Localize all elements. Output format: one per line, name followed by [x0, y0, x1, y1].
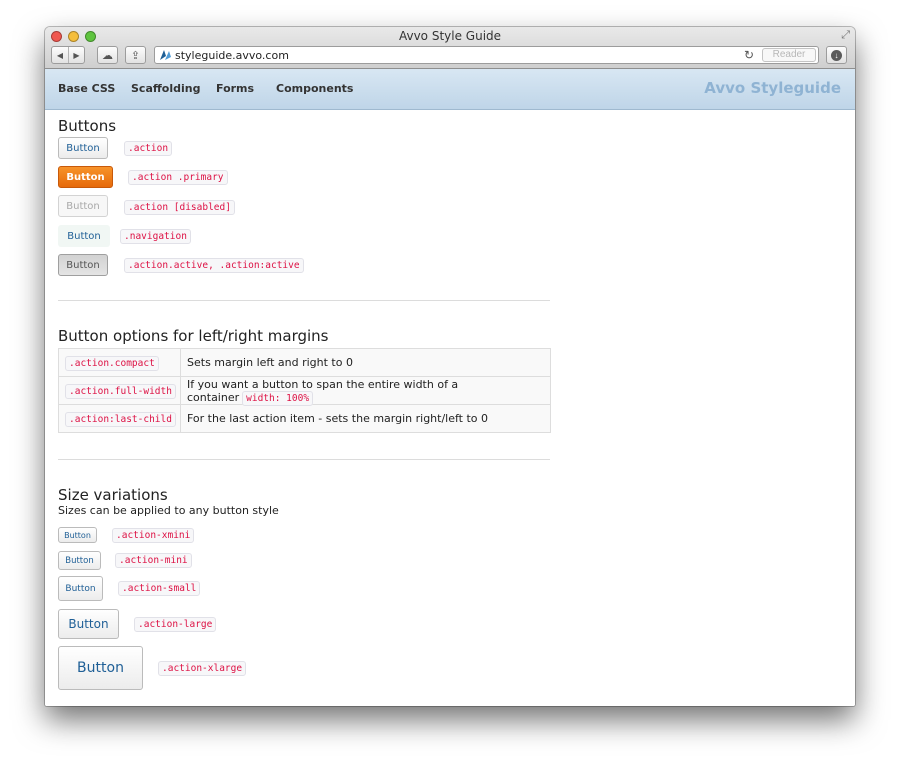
table-cell-description: For the last action item - sets the marg…	[180, 404, 551, 433]
fullscreen-icon[interactable]: ⤢	[841, 29, 850, 42]
site-navbar: Base CSS Scaffolding Forms Components Av…	[45, 69, 855, 110]
window-title: Avvo Style Guide	[398, 29, 502, 43]
nav-item-forms[interactable]: Forms	[216, 82, 254, 95]
code-label: .action-xlarge	[158, 661, 247, 676]
icloud-tabs-icon[interactable]: ☁	[97, 46, 118, 64]
table-cell-description: If you want a button to span the entire …	[187, 377, 459, 404]
avvo-favicon-icon	[160, 50, 171, 60]
options-heading: Button options for left/right margins	[58, 327, 329, 345]
section-divider	[58, 300, 550, 301]
xmini-button[interactable]: Button	[58, 527, 97, 543]
nav-item-base-css[interactable]: Base CSS	[58, 82, 115, 95]
xlarge-button[interactable]: Button	[58, 646, 143, 690]
large-button[interactable]: Button	[58, 609, 119, 639]
primary-action-button[interactable]: Button	[58, 166, 113, 188]
table-row: .action.compact Sets margin left and rig…	[58, 348, 551, 377]
table-cell-description: Sets margin left and right to 0	[180, 348, 551, 377]
share-icon[interactable]: ⇪	[125, 46, 146, 64]
forward-icon[interactable]: ▶	[68, 47, 84, 63]
section-divider	[58, 459, 550, 460]
code-label: width: 100%	[242, 390, 314, 406]
code-label: .action-mini	[115, 553, 192, 568]
navigation-button[interactable]: Button	[58, 225, 110, 247]
nav-item-components[interactable]: Components	[276, 82, 353, 95]
address-bar[interactable]: styleguide.avvo.com ↻ Reader	[154, 46, 819, 64]
default-action-button[interactable]: Button	[58, 137, 108, 159]
download-icon: ↓	[831, 49, 842, 61]
disabled-action-button: Button	[58, 195, 108, 217]
sizes-heading: Size variations	[58, 486, 168, 504]
browser-chrome: Avvo Style Guide ⤢ ◀ ▶ ☁ ⇪ styleguide.av…	[45, 27, 855, 69]
url-text: styleguide.avvo.com	[175, 49, 289, 62]
code-label: .action [disabled]	[124, 200, 235, 215]
options-table: .action.compact Sets margin left and rig…	[58, 348, 551, 433]
code-label: .action-large	[134, 617, 217, 632]
page-content: Buttons Button .action Button .action .p…	[45, 110, 855, 706]
code-label: .action-xmini	[112, 528, 195, 543]
code-label: .action.active, .action:active	[124, 258, 304, 273]
history-buttons: ◀ ▶	[51, 46, 85, 64]
browser-window: Avvo Style Guide ⤢ ◀ ▶ ☁ ⇪ styleguide.av…	[45, 27, 855, 706]
brand-logo-text[interactable]: Avvo Styleguide	[704, 79, 841, 97]
reload-icon[interactable]: ↻	[744, 48, 754, 62]
back-icon[interactable]: ◀	[52, 47, 68, 63]
code-label: .action.compact	[65, 356, 159, 371]
small-button[interactable]: Button	[58, 576, 103, 601]
nav-item-scaffolding[interactable]: Scaffolding	[131, 82, 200, 95]
mini-button[interactable]: Button	[58, 551, 101, 570]
reader-button[interactable]: Reader	[762, 48, 816, 62]
table-row: .action:last-child For the last action i…	[58, 404, 551, 433]
code-label: .navigation	[120, 229, 191, 244]
sizes-subtitle: Sizes can be applied to any button style	[58, 504, 279, 517]
code-label: .action-small	[118, 581, 201, 596]
code-label: .action:last-child	[65, 412, 176, 427]
code-label: .action	[124, 141, 173, 156]
code-label: .action.full-width	[65, 384, 176, 399]
buttons-heading: Buttons	[58, 117, 117, 135]
code-label: .action .primary	[128, 170, 228, 185]
table-row: .action.full-width If you want a button …	[58, 376, 551, 406]
active-action-button[interactable]: Button	[58, 254, 108, 276]
downloads-button[interactable]: ↓	[826, 46, 847, 64]
